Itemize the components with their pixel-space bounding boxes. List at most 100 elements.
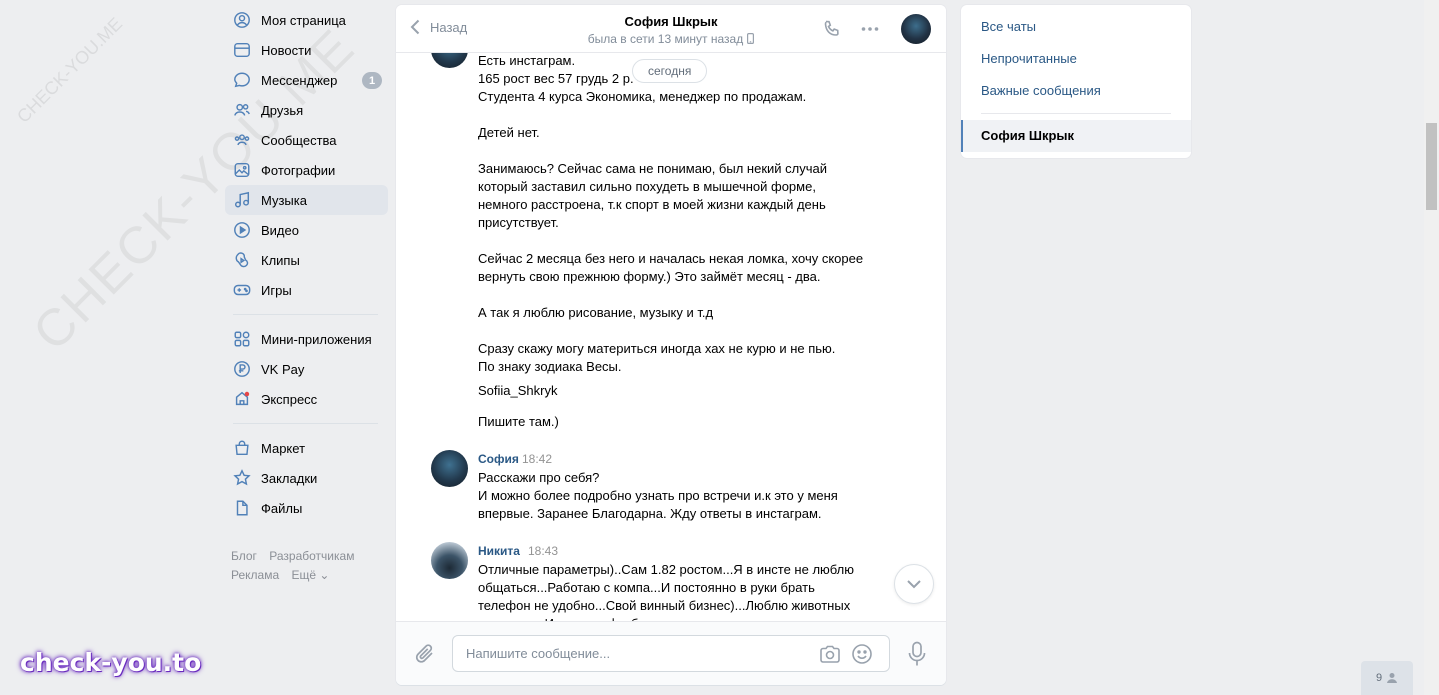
page-scrollbar-track[interactable]	[1424, 0, 1439, 695]
more-icon[interactable]	[860, 19, 880, 39]
nav-item-messenger[interactable]: Мессенджер 1	[225, 65, 388, 95]
mobile-icon	[747, 33, 755, 45]
nav-item-label: Сообщества	[261, 132, 337, 148]
nav-divider	[233, 423, 378, 424]
peer-avatar[interactable]	[901, 14, 931, 44]
message-line: Студента 4 курса Экономика, менеджер по …	[478, 89, 807, 104]
message-line: немного расстроена, т.к спорт в моей жиз…	[478, 197, 826, 212]
unread-badge: 1	[362, 72, 382, 89]
camera-icon[interactable]	[819, 644, 841, 664]
nav-item-label: Экспресс	[261, 391, 318, 407]
menu-unread[interactable]: Непрочитанные	[981, 51, 1077, 66]
message-text: Отличные параметры)..Сам 1.82 ростом...Я…	[478, 561, 878, 621]
nav-item-news[interactable]: Новости	[225, 35, 388, 65]
clips-icon	[233, 251, 251, 269]
watermark-brand: check-you.to	[20, 648, 202, 677]
menu-all-chats[interactable]: Все чаты	[981, 19, 1036, 34]
page-scrollbar-thumb[interactable]	[1426, 123, 1437, 210]
message-line	[478, 106, 878, 124]
menu-active-chat[interactable]: София Шкрык	[961, 120, 1191, 152]
nav-item-clips[interactable]: Клипы	[225, 245, 388, 275]
market-icon	[233, 439, 251, 457]
message-input-box	[452, 635, 890, 672]
nav-item-bookmarks[interactable]: Закладки	[225, 463, 388, 493]
message-line	[478, 142, 878, 160]
nav-item-label: VK Pay	[261, 361, 305, 377]
chat-icon	[233, 71, 251, 89]
footer-link-ads[interactable]: Реклама	[231, 568, 279, 582]
microphone-icon[interactable]	[907, 641, 927, 667]
paperclip-icon[interactable]	[414, 642, 436, 666]
scroll-down-button[interactable]	[894, 564, 934, 604]
message-line: Занимаюсь? Сейчас сама не понимаю, был н…	[478, 161, 828, 176]
user-icon	[1387, 673, 1398, 683]
avatar[interactable]	[431, 450, 468, 487]
phone-icon[interactable]	[822, 19, 842, 39]
apps-icon	[233, 330, 251, 348]
nav-item-my-page[interactable]: Моя страница	[225, 5, 388, 35]
message-text: Расскажи про себя? И можно более подробно…	[478, 469, 878, 523]
message-line: А так я люблю рисование, музыку и т.д	[478, 305, 714, 320]
online-friends-button[interactable]: 9	[1361, 661, 1413, 695]
message-line: И можно более подробно узнать про встреч…	[478, 488, 838, 503]
message-history: Есть инстаграм. 165 рост вес 57 грудь 2 р…	[396, 53, 946, 621]
instagram-handle: Sofiia_Shkryk	[478, 383, 558, 398]
nav-item-video[interactable]: Видео	[225, 215, 388, 245]
photo-icon	[233, 161, 251, 179]
message-author[interactable]: София	[478, 452, 519, 466]
nav-item-label: Игры	[261, 282, 292, 298]
footer-link-more[interactable]: Ещё ⌄	[291, 568, 329, 582]
avatar[interactable]	[431, 53, 468, 68]
message-line: общаться...Работаю с компа...И постоянно…	[478, 580, 815, 595]
nav-item-label: Фотографии	[261, 162, 336, 178]
message-text: Есть инстаграм. 165 рост вес 57 грудь 2 р…	[478, 53, 878, 376]
chevron-down-icon	[907, 580, 921, 589]
message-line: Расскажи про себя?	[478, 470, 600, 485]
video-icon	[233, 221, 251, 239]
nav-item-express[interactable]: Экспресс	[225, 384, 388, 414]
message-line: Детей нет.	[478, 125, 540, 140]
message-line: который заставил сильно похудеть в мышеч…	[478, 179, 816, 194]
nav-item-games[interactable]: Игры	[225, 275, 388, 305]
footer-link-developers[interactable]: Разработчикам	[269, 549, 354, 563]
nav-item-label: Моя страница	[261, 12, 346, 28]
music-icon	[233, 191, 251, 209]
message-line: впервые. Заранее Благодарна. Жду ответы …	[478, 506, 822, 521]
chat-panel: Назад София Шкрык была в сети 13 минут н…	[396, 5, 946, 685]
footer-link-blog[interactable]: Блог	[231, 549, 257, 563]
menu-important[interactable]: Важные сообщения	[981, 83, 1101, 98]
message-line	[478, 232, 878, 250]
nav-item-files[interactable]: Файлы	[225, 493, 388, 523]
nav-item-label: Закладки	[261, 470, 318, 486]
footer-links: Блог Разработчикам Реклама Ещё ⌄	[225, 547, 388, 585]
message-line	[478, 322, 878, 340]
nav-item-label: Друзья	[261, 102, 304, 118]
file-icon	[233, 499, 251, 517]
nav-item-music[interactable]: Музыка	[225, 185, 388, 215]
user-circle-icon	[233, 11, 251, 29]
nav-item-label: Мессенджер	[261, 72, 338, 88]
communities-icon	[233, 131, 251, 149]
message-time: 18:43	[528, 544, 559, 558]
watermark-small: CHECK-YOU.ME	[13, 13, 127, 127]
message-input[interactable]	[453, 636, 803, 671]
nav-item-friends[interactable]: Друзья	[225, 95, 388, 125]
nav-item-vk-pay[interactable]: VK Pay	[225, 354, 388, 384]
nav-item-market[interactable]: Маркет	[225, 433, 388, 463]
smile-icon[interactable]	[851, 643, 873, 665]
message-line: Отличные параметры)..Сам 1.82 ростом...Я…	[478, 562, 854, 577]
avatar[interactable]	[431, 542, 468, 579]
message-text: Пишите там.)	[478, 414, 559, 429]
chat-header: Назад София Шкрык была в сети 13 минут н…	[396, 5, 946, 53]
nav-item-photos[interactable]: Фотографии	[225, 155, 388, 185]
vkpay-icon	[233, 360, 251, 378]
gamepad-icon	[233, 281, 251, 299]
message-line	[478, 286, 878, 304]
chevron-down-icon: ⌄	[319, 568, 330, 582]
nav-item-label: Клипы	[261, 252, 300, 268]
message-time: 18:42	[522, 452, 553, 466]
nav-item-mini-apps[interactable]: Мини-приложения	[225, 324, 388, 354]
nav-item-communities[interactable]: Сообщества	[225, 125, 388, 155]
message-author[interactable]: Никита	[478, 544, 520, 558]
message-line: вернуть свою прежнюю форму.) Это займёт …	[478, 269, 821, 284]
